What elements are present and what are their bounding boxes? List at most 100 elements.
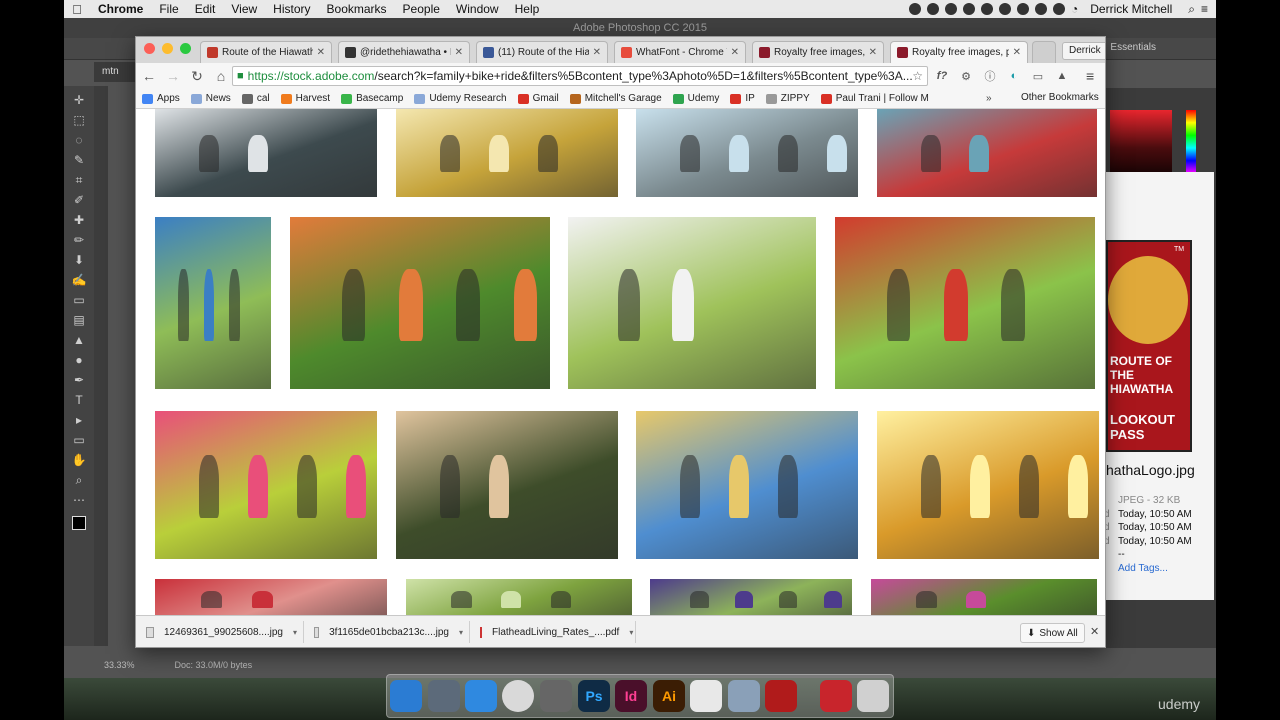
photoshop-icon[interactable]: Ps: [578, 680, 610, 712]
close-window-button[interactable]: [144, 43, 155, 54]
illustrator-icon[interactable]: Ai: [653, 680, 685, 712]
wifi-icon[interactable]: ◔: [1071, 2, 1078, 16]
indesign-icon[interactable]: Id: [615, 680, 647, 712]
blur-tool-icon[interactable]: ▲: [70, 331, 88, 349]
stock-photo-thumbnail[interactable]: [835, 217, 1095, 389]
chrome-icon[interactable]: [502, 680, 534, 712]
bookmark-item[interactable]: cal: [241, 93, 270, 104]
stamp-tool-icon[interactable]: ⬇: [70, 251, 88, 269]
more-tools-icon[interactable]: ⋯: [70, 491, 88, 509]
quick-select-tool-icon[interactable]: ✎: [70, 151, 88, 169]
menu-help[interactable]: Help: [507, 2, 548, 16]
stock-photo-thumbnail[interactable]: [155, 579, 387, 615]
profile-button[interactable]: Derrick: [1062, 42, 1105, 60]
healing-tool-icon[interactable]: ✚: [70, 211, 88, 229]
download-menu-caret-icon[interactable]: ▾: [293, 628, 297, 637]
chrome-menu-icon[interactable]: ≡: [1086, 68, 1094, 84]
bookmark-item[interactable]: Harvest: [280, 93, 330, 104]
home-icon[interactable]: ⌂: [210, 66, 232, 86]
move-tool-icon[interactable]: ✛: [70, 91, 88, 109]
browser-tab[interactable]: @ridethehiawatha • Ins ✕: [338, 41, 470, 63]
onepassword-extension-icon[interactable]: ⓘ: [982, 68, 998, 84]
lasso-tool-icon[interactable]: ◌: [70, 131, 88, 149]
apple-icon[interactable]: : [64, 2, 90, 17]
foreground-color-swatch[interactable]: [72, 516, 86, 530]
extension-icon[interactable]: ⚙: [958, 68, 974, 84]
stock-photo-thumbnail[interactable]: [877, 109, 1097, 197]
add-tags-link[interactable]: Add Tags...: [1118, 563, 1168, 574]
stock-photo-thumbnail[interactable]: [396, 109, 618, 197]
close-tab-icon[interactable]: ✕: [593, 47, 601, 58]
status-icon[interactable]: [998, 3, 1011, 15]
browser-tab[interactable]: Route of the Hiawatha ✕: [200, 41, 332, 63]
eraser-tool-icon[interactable]: ▭: [70, 291, 88, 309]
back-arrow-icon[interactable]: ←: [138, 66, 160, 86]
hand-tool-icon[interactable]: ✋: [70, 451, 88, 469]
bookmarks-overflow-icon[interactable]: »: [986, 93, 992, 104]
close-tab-icon[interactable]: ✕: [1013, 47, 1021, 58]
reload-icon[interactable]: ↻: [186, 66, 208, 86]
menu-history[interactable]: History: [265, 2, 318, 16]
bookmark-item[interactable]: Paul Trani | Follow M: [820, 93, 929, 104]
launchpad-icon[interactable]: [428, 680, 460, 712]
zoom-tool-icon[interactable]: ⌕: [70, 471, 88, 489]
bookmark-item[interactable]: Udemy Research: [414, 93, 507, 104]
show-all-downloads-button[interactable]: ⬇ Show All: [1020, 623, 1085, 643]
bookmark-item[interactable]: Mitchell's Garage: [569, 93, 662, 104]
status-icon[interactable]: [962, 3, 975, 15]
bookmark-star-icon[interactable]: ☆: [912, 69, 923, 83]
brush-tool-icon[interactable]: ✏: [70, 231, 88, 249]
menu-app-name[interactable]: Chrome: [90, 2, 151, 16]
marquee-tool-icon[interactable]: ⬚: [70, 111, 88, 129]
stock-photo-thumbnail[interactable]: [155, 217, 271, 389]
menu-people[interactable]: People: [395, 2, 448, 16]
close-tab-icon[interactable]: ✕: [317, 47, 325, 58]
address-bar[interactable]: ■ https://stock.adobe.com /search?k=fami…: [232, 66, 928, 86]
trash-icon[interactable]: [857, 680, 889, 712]
stock-photo-thumbnail[interactable]: [406, 579, 632, 615]
extension-icon[interactable]: ▲: [1054, 68, 1070, 84]
bookmark-item[interactable]: Gmail: [517, 93, 559, 104]
path-select-tool-icon[interactable]: ▸: [70, 411, 88, 429]
status-icon[interactable]: [980, 3, 993, 15]
browser-tab[interactable]: (11) Route of the Hiaw ✕: [476, 41, 608, 63]
stock-photo-thumbnail[interactable]: [155, 411, 377, 559]
stock-photo-thumbnail[interactable]: [636, 109, 858, 197]
download-item[interactable]: FlatheadLiving_Rates_....pdf ▾: [470, 621, 636, 643]
menu-bookmarks[interactable]: Bookmarks: [319, 2, 395, 16]
finder-icon[interactable]: [390, 680, 422, 712]
bookmark-item[interactable]: Apps: [142, 93, 180, 104]
workspace-switcher[interactable]: Essentials: [1110, 42, 1156, 53]
bookmark-item[interactable]: News: [190, 93, 231, 104]
download-menu-caret-icon[interactable]: ▾: [459, 628, 463, 637]
notification-icon[interactable]: ≡: [1201, 2, 1208, 16]
forward-arrow-icon[interactable]: →: [162, 66, 184, 86]
textedit-icon[interactable]: [690, 680, 722, 712]
zoom-window-button[interactable]: [180, 43, 191, 54]
minimize-window-button[interactable]: [162, 43, 173, 54]
zoom-level[interactable]: 33.33%: [104, 660, 135, 670]
stock-photo-thumbnail[interactable]: [877, 411, 1099, 559]
status-icon[interactable]: [926, 3, 939, 15]
shape-tool-icon[interactable]: ▭: [70, 431, 88, 449]
pen-tool-icon[interactable]: ✒: [70, 371, 88, 389]
close-tab-icon[interactable]: ✕: [731, 47, 739, 58]
bookmark-item[interactable]: IP: [730, 93, 755, 104]
menubar-user[interactable]: Derrick Mitchell: [1090, 2, 1172, 16]
folder-stack-icon[interactable]: [820, 680, 852, 712]
system-preferences-icon[interactable]: [540, 680, 572, 712]
menu-window[interactable]: Window: [448, 2, 507, 16]
bookmark-item[interactable]: Udemy: [672, 93, 719, 104]
acrobat-icon[interactable]: [765, 680, 797, 712]
whatfont-extension-icon[interactable]: f?: [934, 68, 950, 84]
history-brush-tool-icon[interactable]: ✍: [70, 271, 88, 289]
stock-photo-thumbnail[interactable]: [650, 579, 852, 615]
battery-icon[interactable]: [1052, 3, 1065, 15]
status-icon[interactable]: [1016, 3, 1029, 15]
stock-photo-thumbnail[interactable]: [290, 217, 550, 389]
close-tab-icon[interactable]: ✕: [455, 47, 463, 58]
extension-icon[interactable]: ◐: [1006, 68, 1022, 84]
eyedropper-tool-icon[interactable]: ✐: [70, 191, 88, 209]
stock-photo-thumbnail[interactable]: [636, 411, 858, 559]
status-icon[interactable]: [908, 3, 921, 15]
